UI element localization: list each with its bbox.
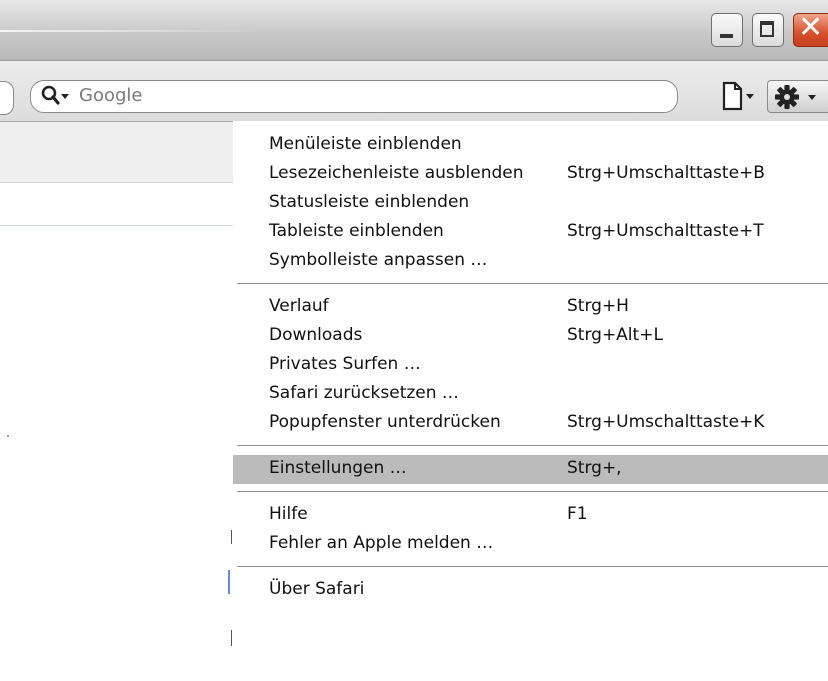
- menu-item-shortcut: Strg+Alt+L: [567, 325, 663, 345]
- search-icon[interactable]: [40, 83, 70, 111]
- menu-item-label: Popupfenster unterdrücken: [269, 412, 501, 432]
- title-bar: ✕: [0, 0, 828, 61]
- address-field[interactable]: [0, 81, 14, 115]
- minimize-icon[interactable]: [711, 13, 743, 47]
- menu-item-label: Einstellungen …: [269, 458, 407, 478]
- gear-menu-button[interactable]: [767, 80, 828, 113]
- settings-dropdown-menu: Menüleiste einblenden Lesezeichenleiste a…: [233, 121, 828, 681]
- menu-item[interactable]: Tableiste einblenden Strg+Umschalttaste+T: [233, 218, 828, 247]
- gear-menu-icon: [775, 85, 816, 109]
- menu-item-label: Privates Surfen …: [269, 354, 421, 374]
- close-glyph: ✕: [798, 10, 824, 45]
- menu-separator: [237, 566, 828, 567]
- menu-item-label: Symbolleiste anpassen …: [269, 250, 488, 270]
- menu-item[interactable]: Hilfe F1: [233, 501, 828, 530]
- menu-separator: [237, 283, 828, 284]
- menu-item[interactable]: Einstellungen … Strg+,: [233, 455, 828, 484]
- menu-item-shortcut: F1: [567, 504, 588, 524]
- menu-item-label: Safari zurücksetzen …: [269, 383, 459, 403]
- menu-item-shortcut: Strg+Umschalttaste+B: [567, 163, 765, 183]
- content-edge: [231, 630, 232, 646]
- menu-item-label: Tableiste einblenden: [269, 221, 444, 241]
- menu-item-shortcut: Strg+Umschalttaste+T: [567, 221, 764, 241]
- content-edge: [231, 530, 232, 544]
- menu-item[interactable]: Safari zurücksetzen …: [233, 380, 828, 409]
- page-menu-icon: [722, 81, 754, 111]
- menu-item-shortcut: Strg+,: [567, 458, 622, 478]
- menu-item[interactable]: Statusleiste einblenden: [233, 189, 828, 218]
- menu-item[interactable]: Downloads Strg+Alt+L: [233, 322, 828, 351]
- menu-item-shortcut: Strg+H: [567, 296, 629, 316]
- page-menu-button[interactable]: [718, 80, 762, 113]
- menu-item-label: Lesezeichenleiste ausblenden: [269, 163, 524, 183]
- menu-item-label: Statusleiste einblenden: [269, 192, 470, 212]
- menu-separator: [237, 445, 828, 446]
- menu-separator: [237, 491, 828, 492]
- toolbar: Google: [0, 61, 828, 122]
- menu-item[interactable]: Symbolleiste anpassen …: [233, 247, 828, 276]
- menu-item-label: Fehler an Apple melden …: [269, 533, 494, 553]
- close-icon[interactable]: ✕: [793, 10, 828, 47]
- content-edge-accent: [228, 570, 230, 594]
- menu-item-label: Über Safari: [269, 579, 365, 599]
- menu-item-label: Hilfe: [269, 504, 308, 524]
- menu-item[interactable]: Menüleiste einblenden: [233, 131, 828, 160]
- menu-item[interactable]: Verlauf Strg+H: [233, 293, 828, 322]
- menu-item-label: Downloads: [269, 325, 363, 345]
- menu-item[interactable]: Über Safari: [233, 576, 828, 605]
- search-field[interactable]: Google: [30, 80, 678, 113]
- menu-item-label: Menüleiste einblenden: [269, 134, 462, 154]
- search-placeholder: Google: [79, 85, 143, 106]
- menu-item[interactable]: Privates Surfen …: [233, 351, 828, 380]
- stray-dot: [7, 435, 9, 437]
- content-divider: [0, 225, 234, 226]
- menu-item[interactable]: Lesezeichenleiste ausblenden Strg+Umschal…: [233, 160, 828, 189]
- menu-item[interactable]: Popupfenster unterdrücken Strg+Umschaltta…: [233, 409, 828, 438]
- maximize-icon[interactable]: [752, 13, 784, 47]
- menu-item-label: Verlauf: [269, 296, 329, 316]
- menu-item-shortcut: Strg+Umschalttaste+K: [567, 412, 765, 432]
- menu-item[interactable]: Fehler an Apple melden …: [233, 530, 828, 559]
- tab-strip: [0, 122, 234, 183]
